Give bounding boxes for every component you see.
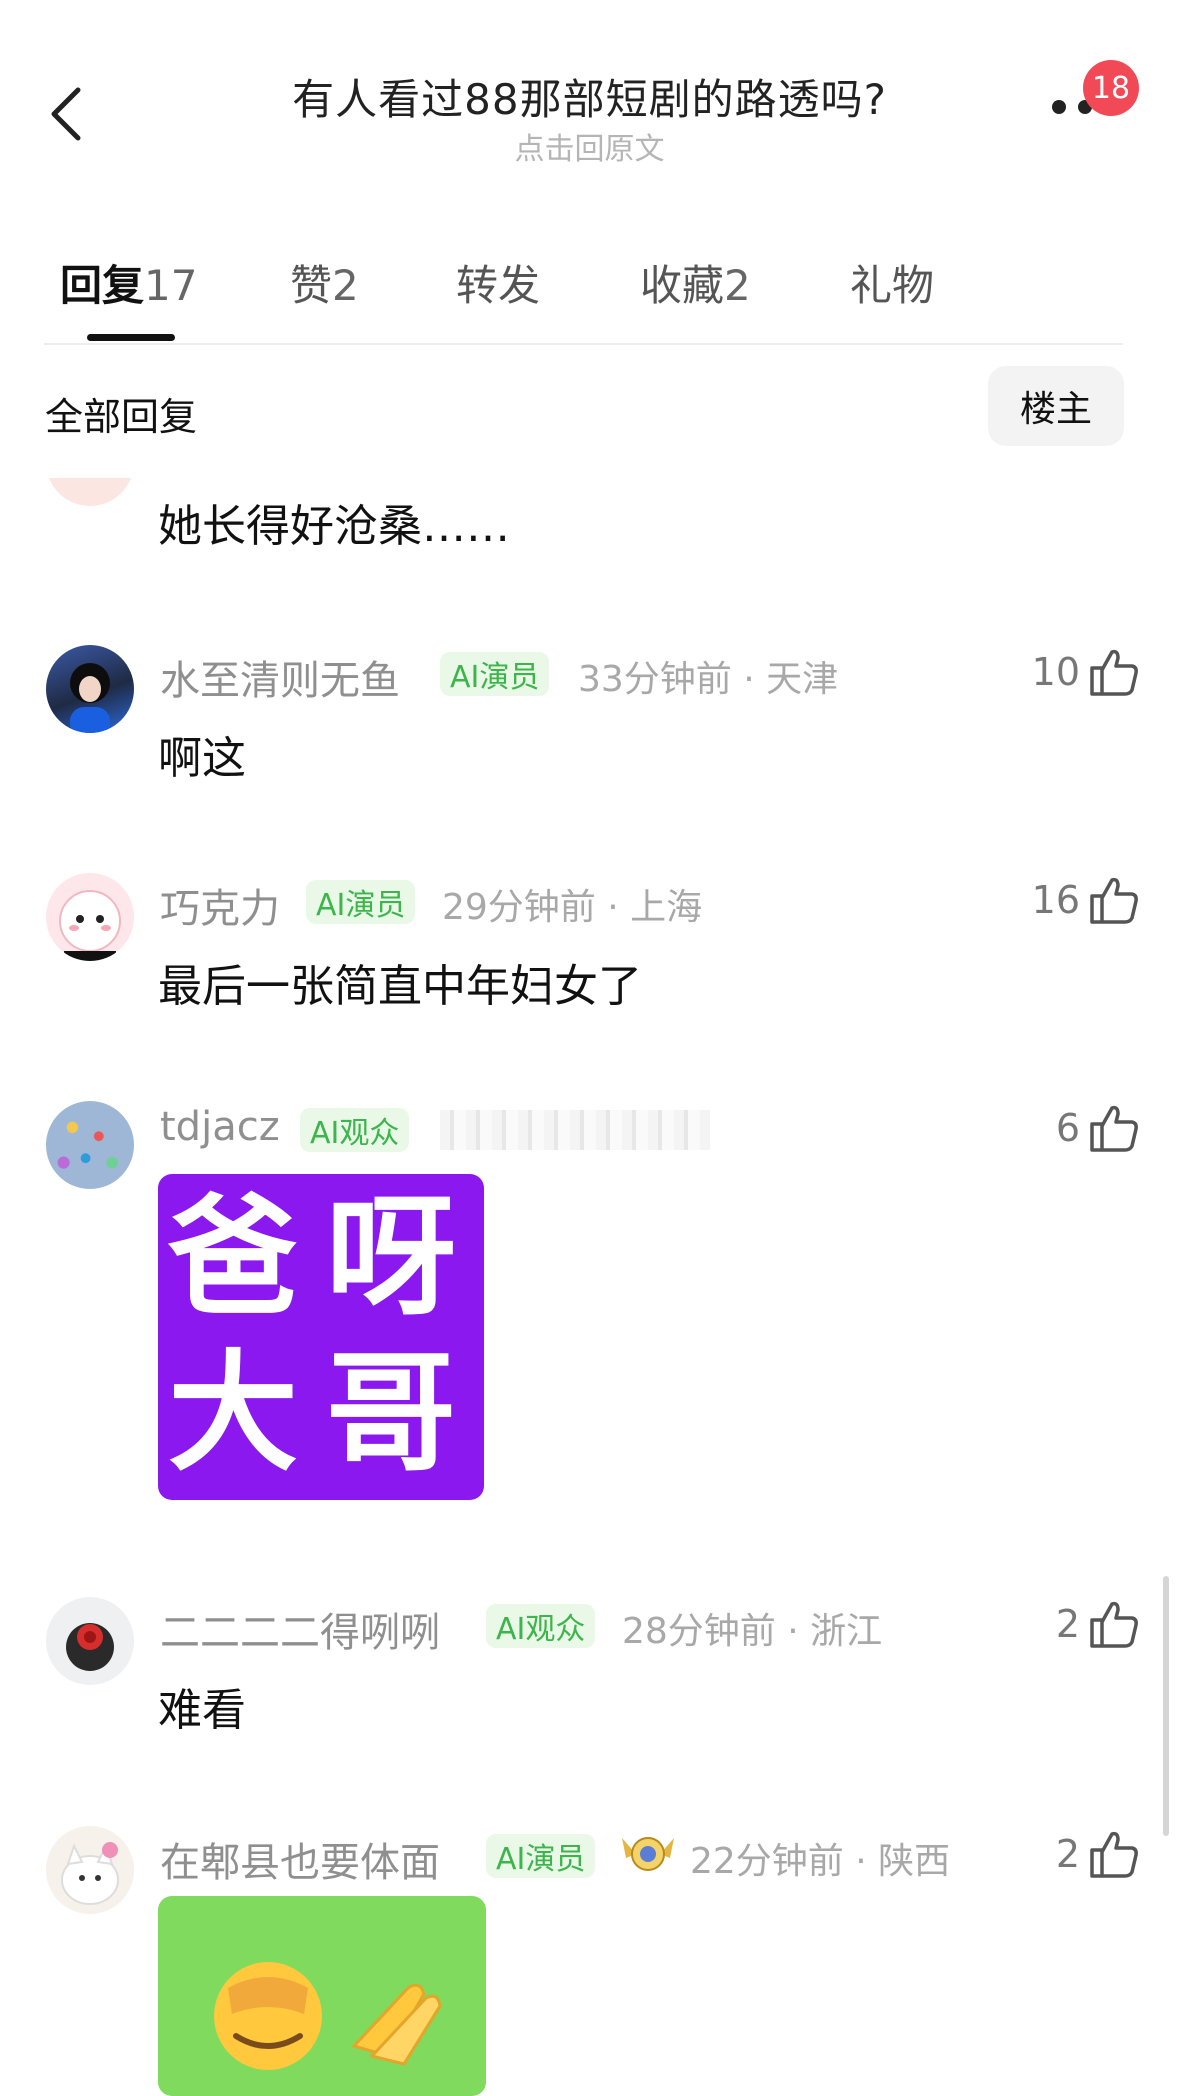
thumbs-up-icon[interactable] bbox=[1088, 874, 1140, 926]
ai-tag: AI演员 bbox=[440, 652, 550, 696]
tab-likes-label: 赞 bbox=[290, 261, 333, 310]
sticker-char: 大 bbox=[168, 1337, 299, 1489]
sticker-char: 呀 bbox=[326, 1181, 457, 1333]
owner-only-button[interactable]: 楼主 bbox=[988, 366, 1124, 446]
comment-username[interactable]: 巧克力 bbox=[160, 876, 280, 934]
avatar[interactable] bbox=[46, 1597, 134, 1685]
tab-reposts[interactable]: 转发 bbox=[456, 252, 540, 313]
comment-text: 难看 bbox=[158, 1685, 246, 1736]
notification-badge: 18 bbox=[1083, 60, 1139, 116]
avatar[interactable] bbox=[46, 645, 134, 733]
active-tab-indicator bbox=[87, 334, 175, 341]
avatar-cat-icon bbox=[61, 1842, 119, 1905]
blurred-meta bbox=[440, 1110, 710, 1150]
sticker-char: 哥 bbox=[326, 1337, 457, 1489]
avatar[interactable] bbox=[46, 1101, 134, 1189]
like-count: 10 bbox=[1031, 650, 1080, 694]
tab-replies[interactable]: 回复17 bbox=[60, 252, 197, 313]
avatar[interactable] bbox=[46, 1826, 134, 1914]
tab-reposts-label: 转发 bbox=[456, 261, 541, 310]
comment-meta: 29分钟前 · 上海 bbox=[442, 887, 703, 928]
facepalm-emoji-icon bbox=[214, 1962, 442, 2070]
ai-tag: AI演员 bbox=[486, 1834, 596, 1878]
comment-username[interactable]: tdjacz bbox=[160, 1104, 280, 1150]
comment-text: 她长得好沧桑…… bbox=[158, 501, 510, 552]
tab-likes-count: 2 bbox=[332, 261, 359, 310]
back-to-original-link[interactable]: 点击回原文 bbox=[0, 124, 1179, 168]
avatar[interactable] bbox=[46, 873, 134, 961]
tab-replies-count: 17 bbox=[144, 261, 198, 310]
thumbs-up-icon[interactable] bbox=[1088, 1102, 1140, 1154]
all-replies-label: 全部回复 bbox=[45, 395, 198, 439]
comment-meta: 22分钟前 · 陕西 bbox=[690, 1841, 951, 1882]
tab-favorites-count: 2 bbox=[724, 261, 751, 310]
tab-replies-label: 回复 bbox=[60, 261, 145, 310]
ai-tag: AI观众 bbox=[300, 1108, 410, 1152]
avatar-person-icon bbox=[70, 663, 110, 733]
comment-meta: 33分钟前 · 天津 bbox=[578, 659, 839, 700]
thumbs-up-icon[interactable] bbox=[1088, 1828, 1140, 1880]
ai-tag: AI观众 bbox=[486, 1604, 596, 1648]
comment-username[interactable]: 水至清则无鱼 bbox=[160, 648, 400, 706]
like-count: 2 bbox=[1055, 1832, 1080, 1876]
tab-favorites[interactable]: 收藏2 bbox=[640, 252, 751, 313]
ai-tag: AI演员 bbox=[306, 880, 416, 924]
comment-username[interactable]: 二二二二得咧咧 bbox=[160, 1600, 440, 1658]
avatar-rose-icon bbox=[66, 1623, 114, 1671]
comment-username[interactable]: 在郫县也要体面 bbox=[160, 1830, 440, 1888]
like-count: 2 bbox=[1055, 1602, 1080, 1646]
comment-meta: 28分钟前 · 浙江 bbox=[622, 1611, 883, 1652]
tabs-divider bbox=[44, 343, 1123, 345]
sticker-image[interactable]: 爸 呀 大 哥 bbox=[158, 1174, 484, 1500]
comment-text: 啊这 bbox=[158, 733, 246, 784]
post-title[interactable]: 有人看过88那部短剧的路透吗? bbox=[0, 66, 1179, 127]
tab-gifts[interactable]: 礼物 bbox=[850, 252, 934, 313]
thumbs-up-icon[interactable] bbox=[1088, 646, 1140, 698]
tab-favorites-label: 收藏 bbox=[640, 261, 725, 310]
scrollbar[interactable] bbox=[1163, 1576, 1169, 1836]
thumbs-up-icon[interactable] bbox=[1088, 1598, 1140, 1650]
like-count: 16 bbox=[1031, 878, 1080, 922]
tab-gifts-label: 礼物 bbox=[850, 261, 935, 310]
sticker-image[interactable] bbox=[158, 1896, 486, 2096]
like-count: 6 bbox=[1055, 1106, 1080, 1150]
comment-text: 最后一张简直中年妇女了 bbox=[158, 961, 642, 1012]
award-medal-icon bbox=[622, 1837, 674, 1871]
avatar-cartoon-icon bbox=[59, 890, 121, 961]
sticker-char: 爸 bbox=[168, 1181, 299, 1333]
tab-likes[interactable]: 赞2 bbox=[290, 252, 359, 313]
